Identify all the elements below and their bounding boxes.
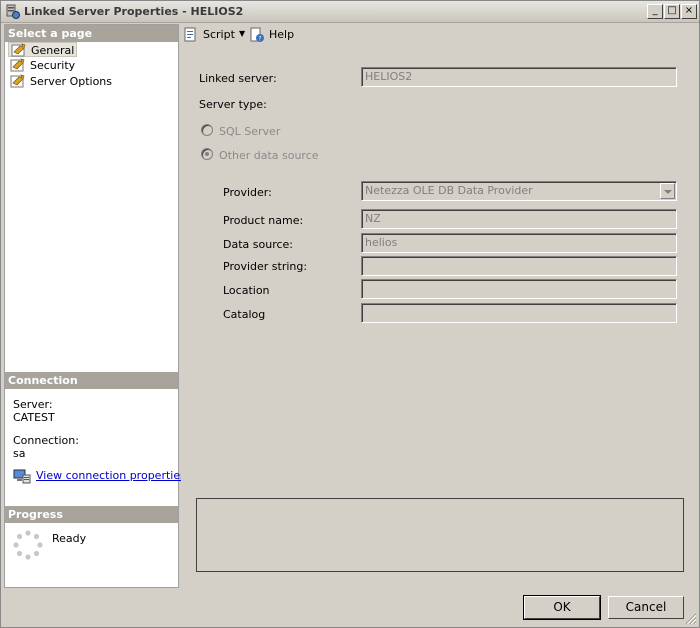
help-icon: ?: [250, 27, 264, 43]
wrench-page-icon: [10, 58, 25, 72]
cancel-button[interactable]: Cancel: [608, 596, 684, 619]
page-item-general[interactable]: General: [8, 42, 78, 57]
connection-properties-icon: [13, 469, 31, 484]
page-item-server-options[interactable]: Server Options: [8, 74, 114, 89]
close-icon: ×: [684, 5, 694, 16]
linked-server-icon: [6, 4, 20, 19]
ok-button[interactable]: OK: [523, 595, 601, 620]
message-panel: [196, 498, 684, 572]
page-item-label: Server Options: [30, 75, 113, 88]
minimize-button[interactable]: _: [647, 4, 663, 19]
window-title: Linked Server Properties - HELIOS2: [24, 5, 244, 18]
server-label: Server:: [13, 398, 53, 411]
view-connection-link[interactable]: View connection properties: [36, 469, 186, 482]
title-bar[interactable]: Linked Server Properties - HELIOS2 _ □ ×: [1, 1, 699, 23]
resize-grip-icon[interactable]: [685, 613, 697, 625]
script-button[interactable]: Script ▼: [183, 27, 245, 43]
connection-header: Connection: [5, 372, 178, 389]
location-label: Location: [223, 284, 270, 297]
close-button[interactable]: ×: [681, 4, 697, 19]
left-pane: Select a page General Security Server Op…: [4, 24, 186, 588]
progress-status: Ready: [52, 532, 87, 545]
connection-value: sa: [13, 447, 26, 460]
minimize-icon: _: [652, 5, 658, 16]
chevron-down-icon[interactable]: ▼: [239, 29, 245, 38]
product-name-input[interactable]: NZ: [361, 209, 677, 229]
provider-string-label: Provider string:: [223, 260, 308, 273]
provider-label: Provider:: [223, 186, 272, 199]
select-page-header: Select a page: [5, 25, 178, 42]
help-button[interactable]: ? Help: [249, 27, 295, 43]
toolbar: Script ▼ ? Help: [181, 24, 699, 46]
provider-string-input[interactable]: [361, 256, 677, 276]
data-source-label: Data source:: [223, 238, 293, 251]
connection-label: Connection:: [13, 434, 79, 447]
server-value: CATEST: [13, 411, 55, 424]
sql-server-radio[interactable]: [201, 124, 213, 136]
server-type-label: Server type:: [199, 98, 267, 111]
progress-header: Progress: [5, 506, 178, 523]
radio-dot-icon: [205, 152, 209, 156]
page-item-label: General: [31, 44, 75, 57]
data-source-input[interactable]: helios: [361, 233, 677, 253]
catalog-label: Catalog: [223, 308, 266, 321]
wrench-page-icon: [11, 43, 26, 57]
script-icon: [184, 27, 196, 42]
linked-server-label: Linked server:: [199, 72, 277, 85]
maximize-button[interactable]: □: [664, 4, 680, 19]
product-name-label: Product name:: [223, 214, 304, 227]
page-item-security[interactable]: Security: [8, 58, 77, 73]
wrench-page-icon: [10, 74, 25, 88]
other-data-source-label: Other data source: [219, 149, 319, 162]
page-item-label: Security: [30, 59, 76, 72]
svg-text:?: ?: [258, 36, 261, 43]
script-label: Script: [203, 28, 235, 41]
help-label: Help: [269, 28, 295, 41]
progress-spinner-icon: [13, 530, 43, 560]
view-connection-properties[interactable]: View connection properties: [13, 468, 186, 484]
maximize-icon: □: [667, 5, 677, 16]
sql-server-label: SQL Server: [219, 125, 281, 138]
other-data-source-radio[interactable]: [201, 148, 213, 160]
catalog-input[interactable]: [361, 303, 677, 323]
chevron-down-icon[interactable]: [660, 183, 675, 199]
provider-value: Netezza OLE DB Data Provider: [365, 184, 533, 197]
linked-server-properties-window: Linked Server Properties - HELIOS2 _ □ ×…: [0, 0, 700, 628]
provider-select[interactable]: Netezza OLE DB Data Provider: [361, 181, 677, 201]
linked-server-input[interactable]: HELIOS2: [361, 67, 677, 87]
location-input[interactable]: [361, 279, 677, 299]
